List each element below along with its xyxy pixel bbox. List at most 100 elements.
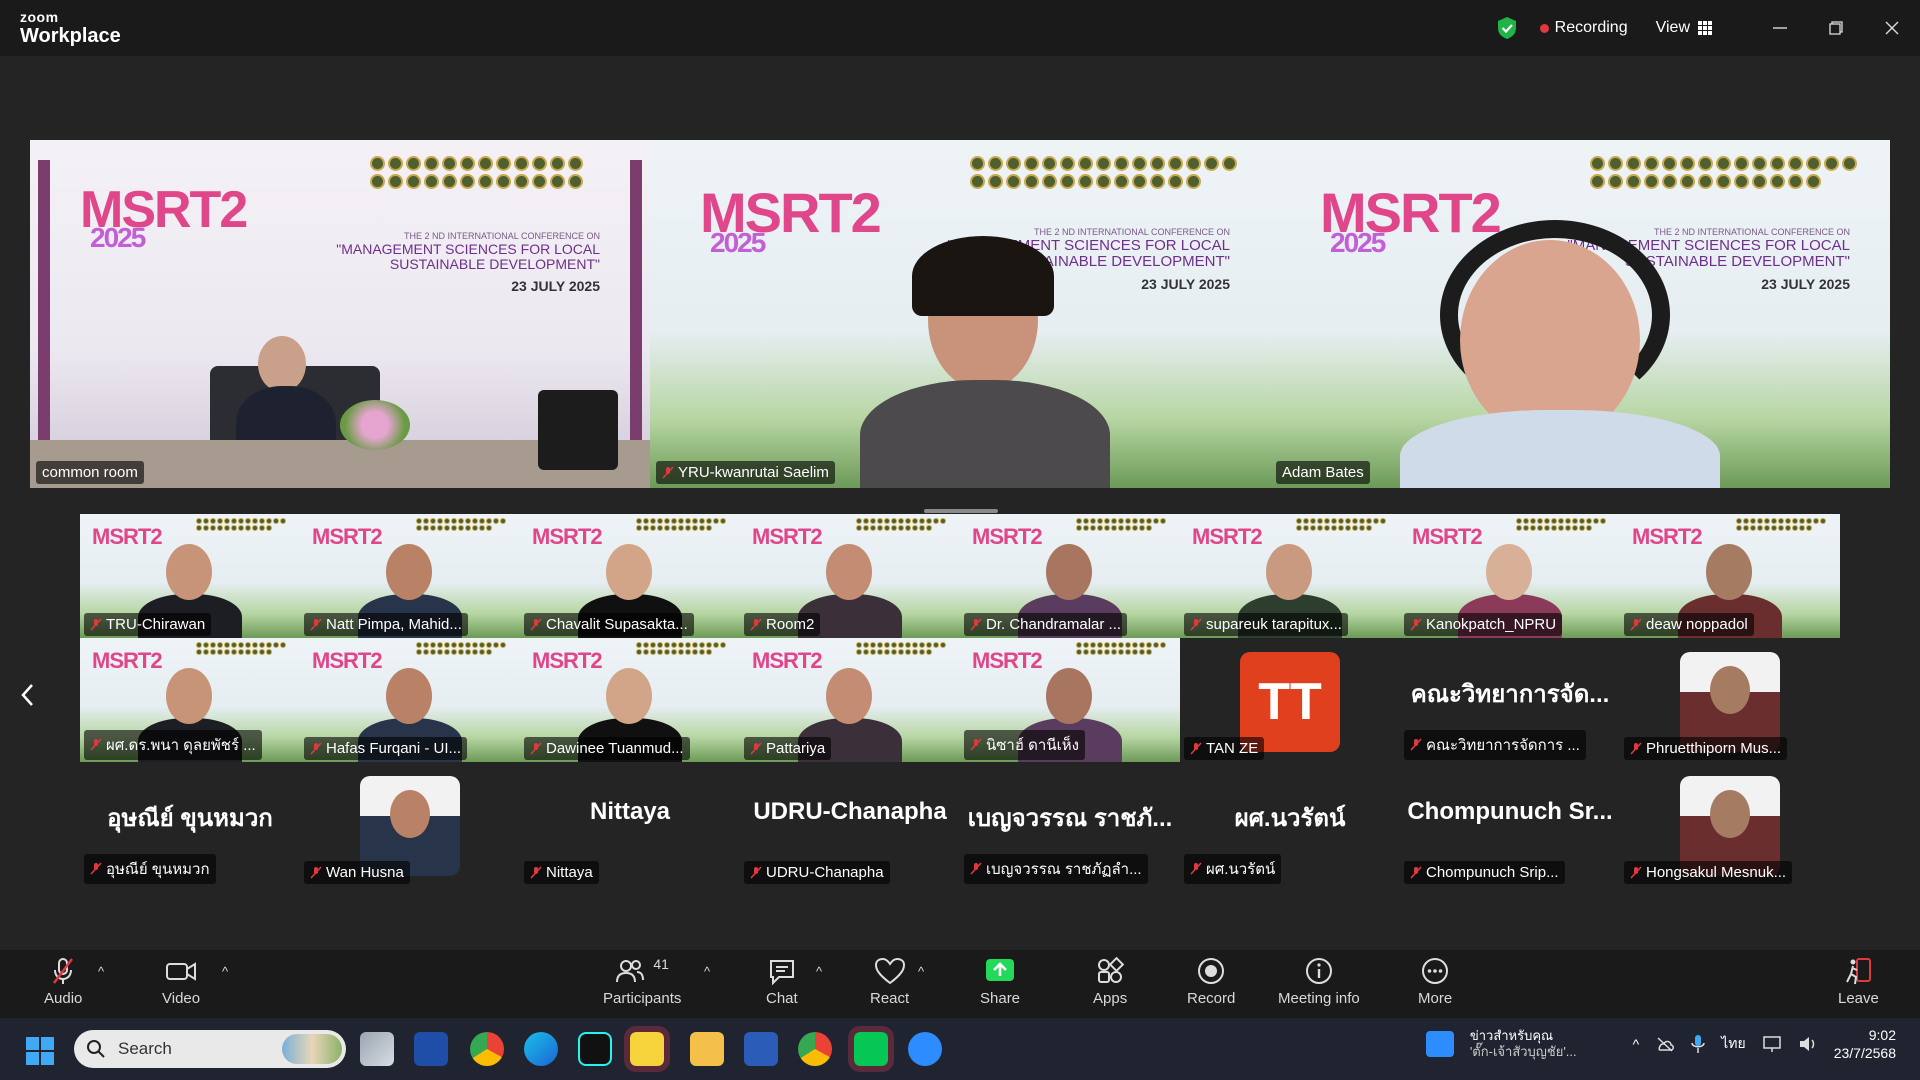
participant-tile[interactable]: MSRT2 supareuk tarapitux... <box>1180 514 1400 638</box>
tiktok-icon[interactable] <box>578 1032 612 1066</box>
participant-nameplate: supareuk tarapitux... <box>1184 613 1348 636</box>
chrome-icon[interactable] <box>470 1032 504 1066</box>
participant-tile[interactable]: MSRT2 Pattariya <box>740 638 960 762</box>
network-icon[interactable] <box>1762 1035 1782 1053</box>
participant-tile[interactable]: MSRT2 Dr. Chandramalar ... <box>960 514 1180 638</box>
participant-tile[interactable]: MSRT2 Natt Pimpa, Mahid... <box>300 514 520 638</box>
tray-overflow-chevron-icon[interactable]: ^ <box>1633 1036 1640 1052</box>
speaker-tile[interactable]: MSRT2 2025 THE 2 ND INTERNATIONAL CONFERE… <box>1270 140 1890 488</box>
muted-mic-icon <box>970 617 982 631</box>
participant-nameplate: Kanokpatch_NPRU <box>1404 613 1563 636</box>
resize-handle[interactable] <box>924 509 998 513</box>
chrome-profile-icon[interactable] <box>798 1032 832 1066</box>
language-indicator[interactable]: ไทย <box>1721 1033 1745 1055</box>
participants-button[interactable]: 41 Participants <box>603 956 681 1007</box>
document-app-icon[interactable] <box>414 1032 448 1066</box>
meeting-info-button[interactable]: Meeting info <box>1278 956 1360 1007</box>
video-button[interactable]: Video <box>162 956 200 1007</box>
muted-mic-icon <box>53 958 74 984</box>
minimize-button[interactable] <box>1752 0 1808 56</box>
line-icon[interactable] <box>848 1026 894 1072</box>
apps-button[interactable]: Apps <box>1093 956 1127 1007</box>
news-widget[interactable]: ข่าวสำหรับคุณ 'ตั๊ก-เจ้าสัวบุญชัย'... <box>1470 1028 1577 1061</box>
participant-tile[interactable]: ผศ.นวรัตน์ ผศ.นวรัตน์ <box>1180 762 1400 886</box>
chevron-left-icon <box>21 684 33 706</box>
close-button[interactable] <box>1864 0 1920 56</box>
participant-tile[interactable]: TT TAN ZE <box>1180 638 1400 762</box>
share-button[interactable]: Share <box>980 956 1020 1007</box>
windows-start-icon[interactable] <box>26 1037 54 1065</box>
participant-tile[interactable]: MSRT2 Room2 <box>740 514 960 638</box>
record-button[interactable]: Record <box>1187 956 1235 1007</box>
more-button[interactable]: More <box>1418 956 1452 1007</box>
speaker-tile[interactable]: MSRT2 2025 THE 2 ND INTERNATIONAL CONFERE… <box>650 140 1270 488</box>
news-widget-icon[interactable] <box>1425 1031 1454 1058</box>
restore-button[interactable] <box>1808 0 1864 56</box>
participant-tile[interactable]: MSRT2 deaw noppadol <box>1620 514 1840 638</box>
participant-tile[interactable]: MSRT2 TRU-Chirawan <box>80 514 300 638</box>
recording-indicator[interactable]: Recording <box>1539 19 1628 37</box>
university-logos <box>1076 518 1172 531</box>
edge-icon[interactable] <box>524 1032 558 1066</box>
participant-tile[interactable]: Phruetthiporn Mus... <box>1620 638 1840 762</box>
participant-tile[interactable]: MSRT2 Kanokpatch_NPRU <box>1400 514 1620 638</box>
task-view-icon[interactable] <box>360 1032 394 1066</box>
participant-name: TRU-Chirawan <box>106 616 206 633</box>
university-logos <box>1076 642 1172 655</box>
conference-logo: MSRT2 <box>972 524 1043 549</box>
speaker-row: MSRT2 2025 THE 2 ND INTERNATIONAL CONFERE… <box>30 140 1890 488</box>
participant-name: TAN ZE <box>1206 740 1259 757</box>
participant-tile[interactable]: คณะวิทยาการจัด... คณะวิทยาการจัดการ ... <box>1400 638 1620 762</box>
participant-tile[interactable]: Chompunuch Sr... Chompunuch Srip... <box>1400 762 1620 886</box>
participant-tile[interactable]: อุษณีย์ ขุนหมวก อุษณีย์ ขุนหมวก <box>80 762 300 886</box>
participant-name: supareuk tarapitux... <box>1206 616 1342 633</box>
participant-name: UDRU-Chanapha <box>766 864 884 881</box>
participant-head <box>606 668 652 724</box>
participant-tile[interactable]: MSRT2 ผศ.ดร.พนา ดุลยพัชร์ ... <box>80 638 300 762</box>
banner-edge <box>38 160 50 460</box>
participant-name: Chavalit Supasakta... <box>546 616 688 633</box>
participant-tile[interactable]: Nittaya Nittaya <box>520 762 740 886</box>
audio-button[interactable]: Audio <box>44 956 82 1007</box>
university-logos <box>370 156 600 189</box>
participant-nameplate: อุษณีย์ ขุนหมวก <box>84 854 216 884</box>
sticky-notes-icon[interactable] <box>624 1026 670 1072</box>
participant-head <box>1046 544 1092 600</box>
speaker-tile[interactable]: MSRT2 2025 THE 2 ND INTERNATIONAL CONFERE… <box>30 140 650 488</box>
chat-options-caret[interactable]: ^ <box>816 964 822 979</box>
participants-options-caret[interactable]: ^ <box>704 964 710 979</box>
participant-display-name: อุษณีย์ ขุนหมวก <box>107 805 273 832</box>
participant-tile[interactable]: MSRT2 Hafas Furqani - UI... <box>300 638 520 762</box>
system-clock[interactable]: 9:02 23/7/2568 <box>1834 1026 1896 1062</box>
participant-tile[interactable]: เบญจวรรณ ราชภั... เบญจวรรณ ราชภัฏลำ... <box>960 762 1180 886</box>
participant-tile[interactable]: MSRT2 Dawinee Tuanmud... <box>520 638 740 762</box>
participant-head <box>1046 668 1092 724</box>
react-label: React <box>870 990 910 1007</box>
volume-icon[interactable] <box>1798 1035 1818 1053</box>
muted-mic-icon <box>90 862 102 875</box>
muted-mic-icon <box>530 741 542 755</box>
apps-label: Apps <box>1093 990 1128 1007</box>
participants-label: Participants <box>603 990 682 1007</box>
microphone-icon[interactable] <box>1691 1034 1705 1054</box>
react-button[interactable]: React <box>870 956 909 1007</box>
view-button[interactable]: View <box>1656 19 1712 37</box>
participant-tile[interactable]: Hongsakul Mesnuk... <box>1620 762 1840 886</box>
leave-button[interactable]: Leave <box>1838 956 1879 1007</box>
video-options-caret[interactable]: ^ <box>222 964 228 979</box>
file-explorer-icon[interactable] <box>690 1032 724 1066</box>
participant-tile[interactable]: MSRT2 นิซาฮ์ ดานีเห็ง <box>960 638 1180 762</box>
chat-button[interactable]: Chat <box>766 956 798 1007</box>
zoom-icon[interactable] <box>908 1032 942 1066</box>
conference-title: THE 2 ND INTERNATIONAL CONFERENCE ON "MA… <box>336 231 600 294</box>
encryption-shield-icon[interactable] <box>1496 16 1518 40</box>
word-icon[interactable] <box>744 1032 778 1066</box>
participant-tile[interactable]: MSRT2 Chavalit Supasakta... <box>520 514 740 638</box>
react-options-caret[interactable]: ^ <box>918 964 924 979</box>
participant-tile[interactable]: Wan Husna <box>300 762 520 886</box>
audio-options-caret[interactable]: ^ <box>98 964 104 979</box>
participant-tile[interactable]: UDRU-Chanapha UDRU-Chanapha <box>740 762 960 886</box>
gallery-prev-button[interactable] <box>12 675 42 715</box>
taskbar-search-box[interactable]: Search <box>74 1030 346 1068</box>
cloud-offline-icon[interactable] <box>1655 1036 1675 1052</box>
